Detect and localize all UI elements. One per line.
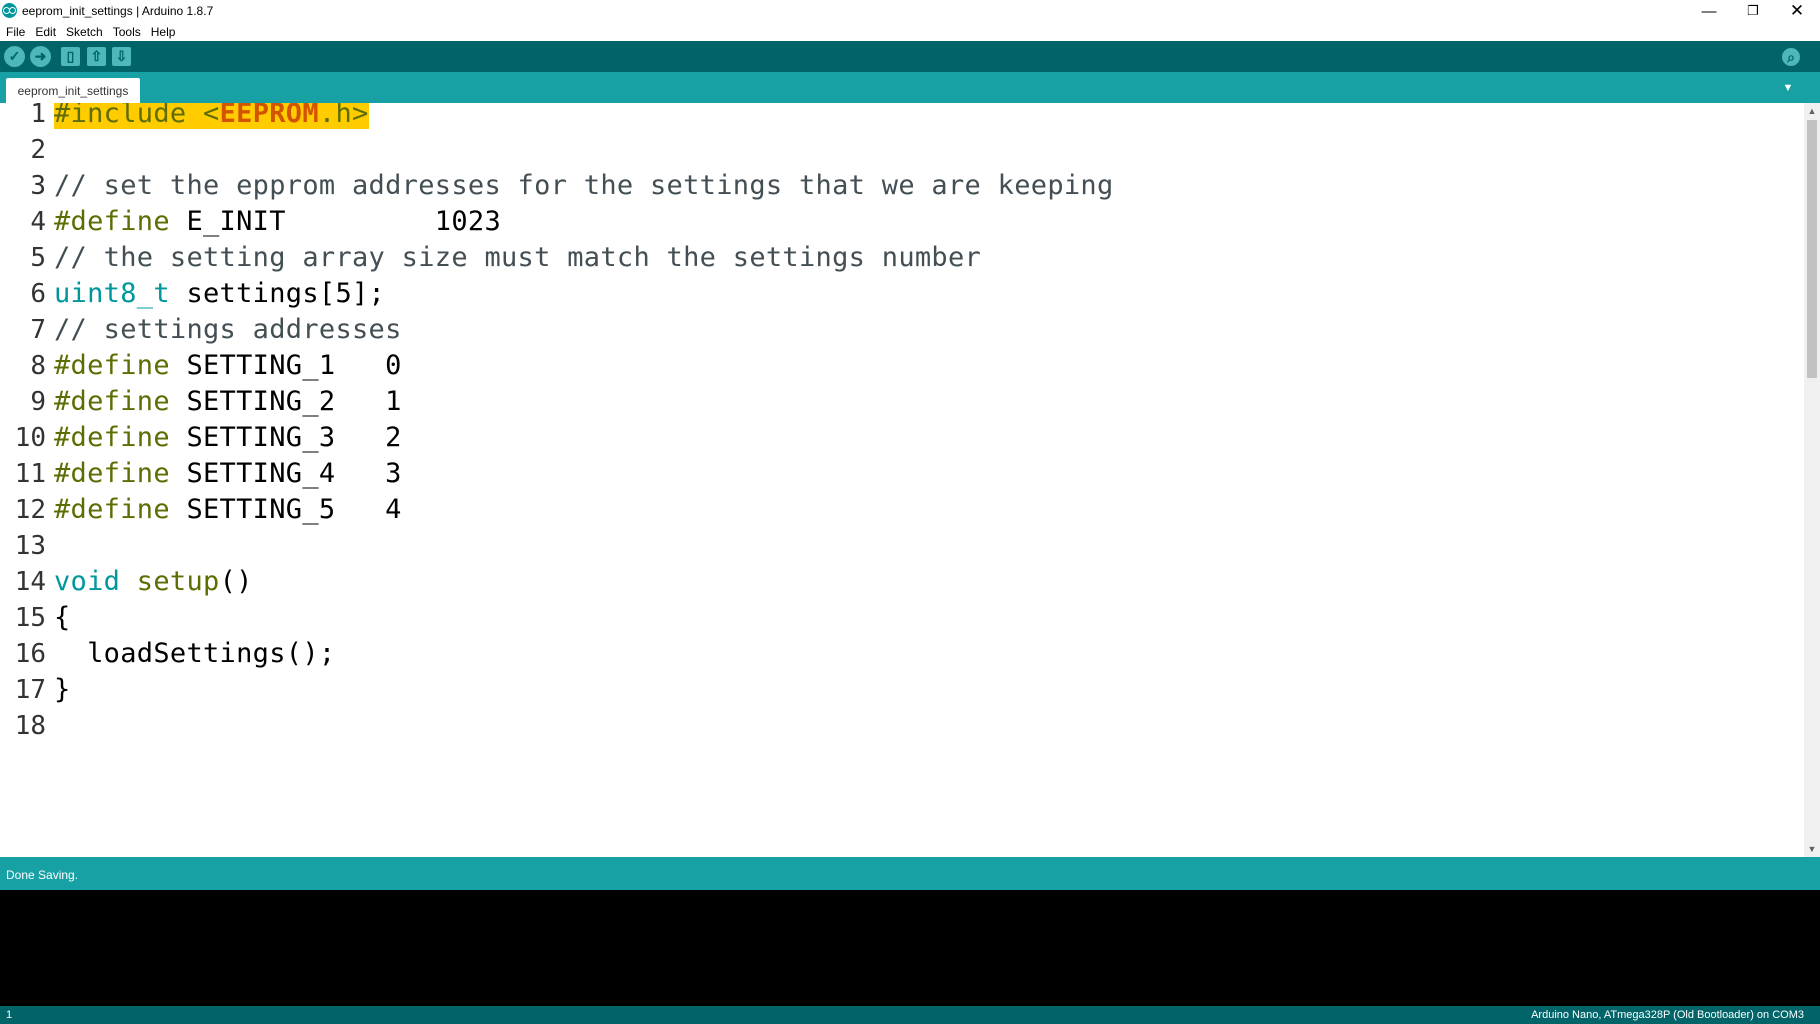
code-line[interactable]: loadSettings(); xyxy=(54,633,335,675)
serial-monitor-button[interactable]: ⌕ xyxy=(1782,48,1800,66)
code-line[interactable]: void setup() xyxy=(54,561,253,603)
code-token: // set the epprom addresses for the sett… xyxy=(54,170,1114,201)
code-token: loadSettings(); xyxy=(54,638,336,669)
tab-menu-dropdown-icon[interactable]: ▼ xyxy=(1781,82,1795,94)
code-token: #define xyxy=(54,206,170,237)
scroll-up-icon[interactable]: ▲ xyxy=(1804,103,1820,119)
code-token: #define xyxy=(54,494,170,525)
code-token: SETTING_5 4 xyxy=(169,494,402,525)
code-token: #define xyxy=(54,350,170,381)
current-line-number: 1 xyxy=(6,1009,13,1021)
code-token: void xyxy=(54,566,121,597)
code-token: SETTING_4 3 xyxy=(169,458,402,489)
scroll-down-icon[interactable]: ▼ xyxy=(1804,841,1820,857)
code-token xyxy=(186,103,204,129)
minimize-button[interactable]: — xyxy=(1686,0,1732,22)
code-token: #include xyxy=(54,103,187,129)
code-token: uint8_t xyxy=(54,278,170,309)
new-sketch-button[interactable]: ▯ xyxy=(61,47,80,66)
code-token: #define xyxy=(54,422,170,453)
code-token: SETTING_1 0 xyxy=(169,350,402,381)
title-bar: eeprom_init_settings | Arduino 1.8.7 — ❐… xyxy=(0,0,1820,22)
code-token: } xyxy=(54,674,71,705)
code-token: < xyxy=(203,103,220,129)
code-token: .h> xyxy=(318,103,369,129)
menu-tools[interactable]: Tools xyxy=(107,25,145,39)
save-sketch-button[interactable]: ⇩ xyxy=(112,47,131,66)
code-token: () xyxy=(219,566,253,597)
menu-sketch[interactable]: Sketch xyxy=(60,25,107,39)
close-button[interactable]: ✕ xyxy=(1774,0,1820,22)
code-token: #define xyxy=(54,458,170,489)
editor-vertical-scrollbar[interactable]: ▲ ▼ xyxy=(1804,103,1820,857)
board-port-info: Arduino Nano, ATmega328P (Old Bootloader… xyxy=(1531,1009,1804,1021)
console-output[interactable] xyxy=(0,890,1820,1006)
scrollbar-thumb[interactable] xyxy=(1807,120,1817,378)
code-editor[interactable]: 1 2 3 4 5 6 7 8 9 10 11 12 13 14 15 16 17 18 #include <EE… xyxy=(0,103,1804,857)
status-message: Done Saving. xyxy=(6,868,79,882)
status-bar: Done Saving. xyxy=(0,857,1820,890)
code-token: { xyxy=(54,602,71,633)
verify-button[interactable]: ✓ xyxy=(4,46,25,67)
menu-help[interactable]: Help xyxy=(145,25,180,39)
menu-edit[interactable]: Edit xyxy=(29,25,60,39)
maximize-button[interactable]: ❐ xyxy=(1730,0,1776,22)
open-sketch-button[interactable]: ⇧ xyxy=(87,47,106,66)
code-token: E_INIT 1023 xyxy=(169,206,501,237)
code-token: // settings addresses xyxy=(54,314,402,345)
code-token: #define xyxy=(54,386,170,417)
window-title: eeprom_init_settings | Arduino 1.8.7 xyxy=(22,4,214,18)
tab-bar: eeprom_init_settings ▼ xyxy=(0,72,1820,103)
upload-button[interactable]: ➜ xyxy=(30,46,51,67)
code-token: SETTING_2 1 xyxy=(169,386,402,417)
code-token: setup xyxy=(136,566,220,597)
menu-file[interactable]: File xyxy=(0,25,29,39)
code-token: // the setting array size must match the… xyxy=(54,242,982,273)
tab-eeprom-init-settings[interactable]: eeprom_init_settings xyxy=(6,78,140,103)
toolbar: ✓ ➜ ▯ ⇧ ⇩ ⌕ xyxy=(0,41,1820,72)
code-line[interactable]: #include <EEPROM.h> xyxy=(54,103,369,135)
line-number: 18 xyxy=(14,711,46,741)
code-token: settings[5]; xyxy=(169,278,386,309)
code-token: SETTING_3 2 xyxy=(169,422,402,453)
code-line[interactable]: } xyxy=(54,669,71,711)
arduino-logo-icon xyxy=(2,3,17,18)
code-line[interactable]: #define SETTING_5 4 xyxy=(54,489,402,531)
code-token: EEPROM xyxy=(219,103,319,129)
footer-bar: 1 Arduino Nano, ATmega328P (Old Bootload… xyxy=(0,1006,1820,1024)
menu-bar: File Edit Sketch Tools Help xyxy=(0,22,1820,41)
